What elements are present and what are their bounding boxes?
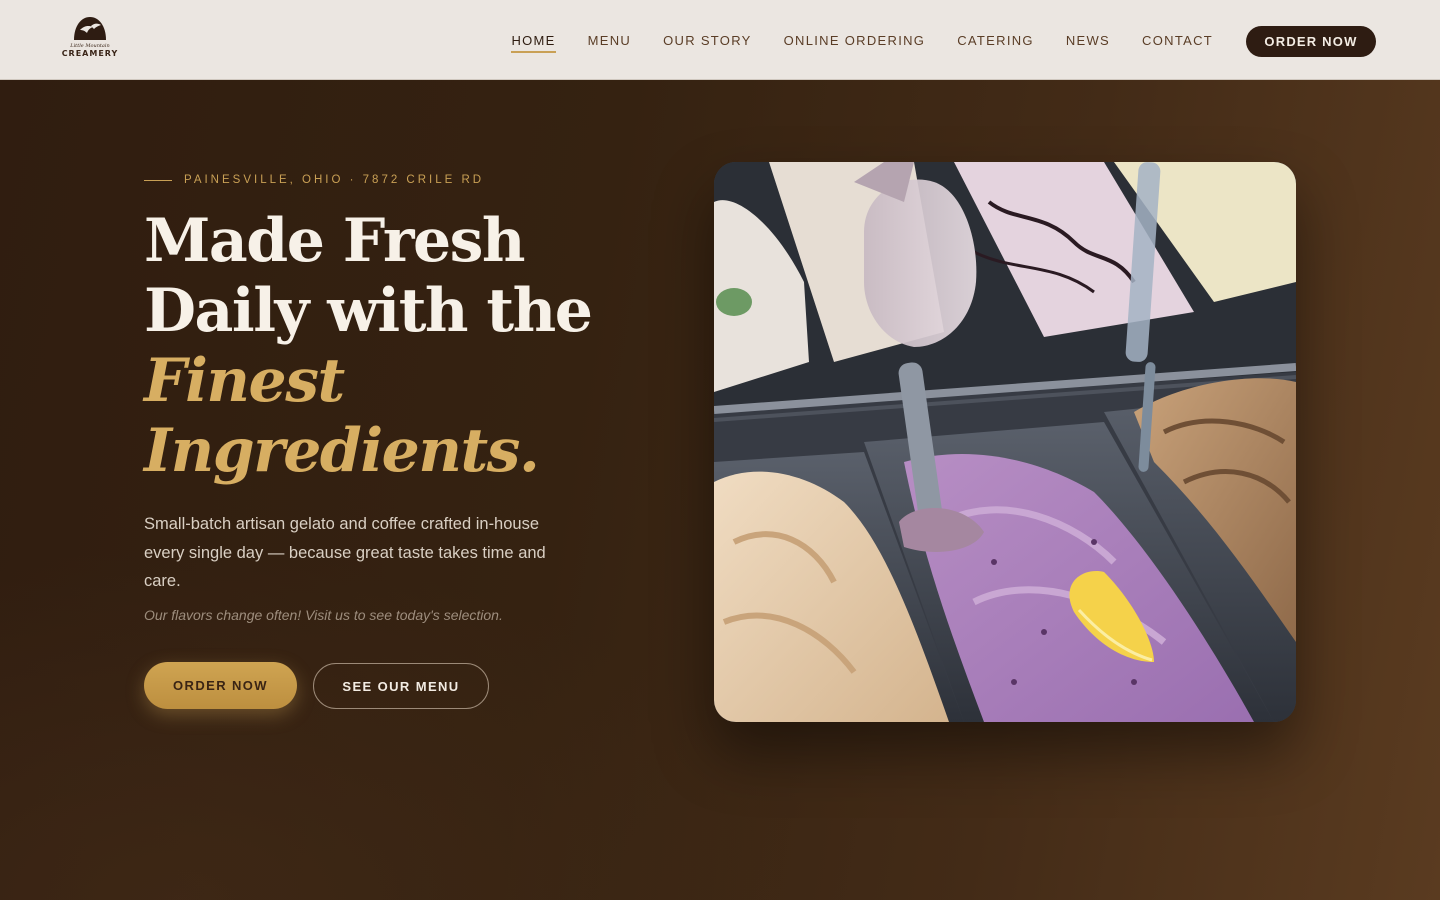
hero-description: Small-batch artisan gelato and coffee cr…	[144, 515, 546, 590]
nav-item-menu[interactable]: MENU	[588, 29, 631, 52]
nav-item-home[interactable]: HOME	[511, 29, 556, 53]
headline-line-2: Daily with the	[144, 276, 593, 346]
gelato-case-illustration	[714, 162, 1296, 722]
brand-wordmark: CREAMERY	[61, 49, 119, 58]
location-text: PAINESVILLE, OHIO · 7872 CRILE RD	[184, 174, 485, 186]
hero-order-now-button[interactable]: ORDER NOW	[144, 662, 297, 709]
hero-section: PAINESVILLE, OHIO · 7872 CRILE RD Made F…	[0, 80, 1440, 900]
gelato-display-photo	[714, 162, 1296, 722]
mountain-bird-logo-icon	[74, 17, 106, 40]
site-header: Little Mountain CREAMERY HOME MENU OUR S…	[0, 0, 1440, 80]
see-our-menu-button[interactable]: SEE OUR MENU	[313, 663, 489, 709]
nav-item-catering[interactable]: CATERING	[957, 29, 1034, 52]
main-nav: HOME MENU OUR STORY ONLINE ORDERING CATE…	[511, 0, 1213, 80]
headline-accent-1: Finest	[144, 346, 345, 416]
hero-headline: Made Fresh Daily with the Finest Ingredi…	[144, 206, 664, 486]
nav-item-news[interactable]: NEWS	[1066, 29, 1110, 52]
brand-logo[interactable]: Little Mountain CREAMERY	[62, 14, 118, 66]
nav-item-online-ordering[interactable]: ONLINE ORDERING	[784, 29, 926, 52]
headline-line-1: Made Fresh	[144, 206, 526, 276]
headline-accent-2: Ingredients.	[144, 416, 540, 486]
nav-item-our-story[interactable]: OUR STORY	[663, 29, 752, 52]
nav-item-contact[interactable]: CONTACT	[1142, 29, 1213, 52]
flavor-note: Our flavors change often! Visit us to se…	[144, 607, 503, 623]
eyebrow-rule	[144, 179, 172, 181]
location-eyebrow: PAINESVILLE, OHIO · 7872 CRILE RD	[144, 174, 484, 186]
header-order-now-button[interactable]: ORDER NOW	[1246, 26, 1376, 57]
